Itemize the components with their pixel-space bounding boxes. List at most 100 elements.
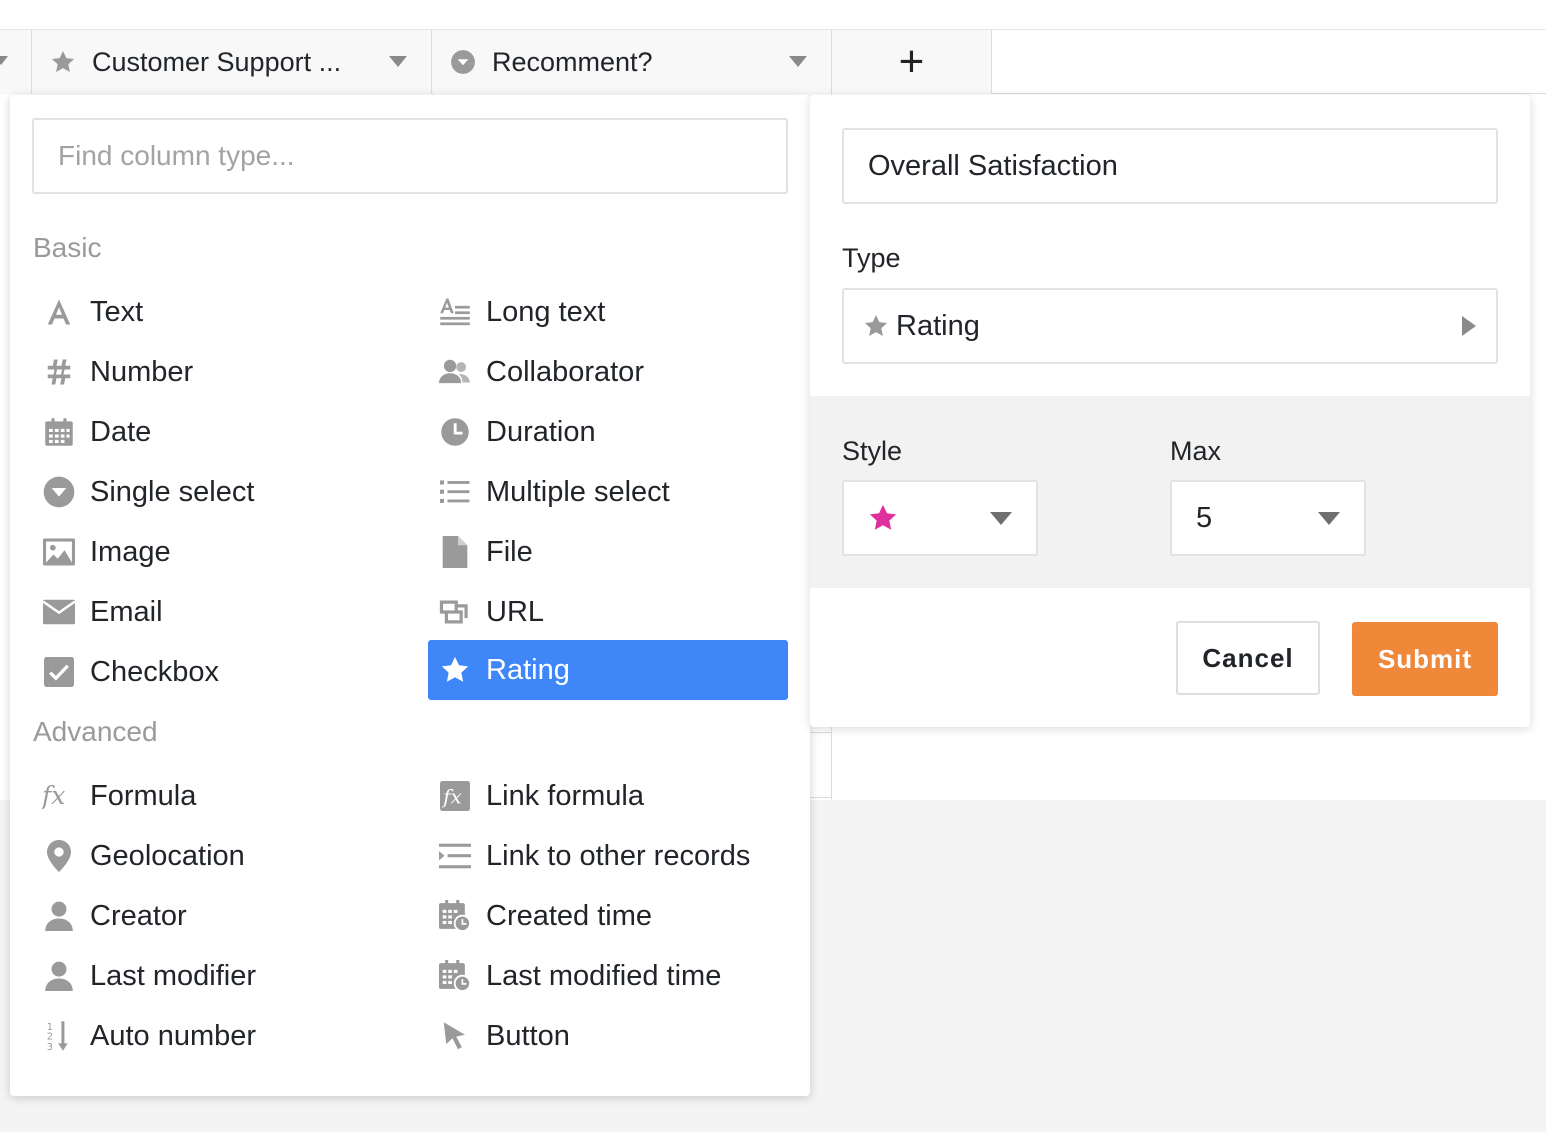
long-text-icon <box>438 295 472 329</box>
date-icon <box>42 415 76 449</box>
type-option-label: Collaborator <box>486 355 644 388</box>
column-type-menu: Basic Text Long text Number Collaborator… <box>10 95 810 1096</box>
type-option-label: Text <box>90 295 144 328</box>
type-option-label: Checkbox <box>90 655 219 688</box>
text-icon <box>42 295 76 329</box>
type-option-auto-number[interactable]: 123 Auto number <box>32 1006 392 1066</box>
chevron-down-icon[interactable] <box>789 56 807 67</box>
formula-icon: fx <box>42 779 76 813</box>
type-option-last-modified-time[interactable]: Last modified time <box>428 946 788 1006</box>
type-option-label: Geolocation <box>90 839 245 872</box>
previous-column-header[interactable] <box>0 30 32 94</box>
type-option-label: Link formula <box>486 779 644 812</box>
type-label: Type <box>842 243 901 273</box>
column-header-label: Recomment? <box>492 46 653 77</box>
section-label-advanced: Advanced <box>33 716 158 747</box>
type-option-single-select[interactable]: Single select <box>32 462 392 522</box>
type-option-image[interactable]: Image <box>32 522 392 582</box>
max-select-value: 5 <box>1196 501 1213 534</box>
svg-text:fx: fx <box>42 781 65 810</box>
image-icon <box>42 535 76 569</box>
type-option-label: Link to other records <box>486 839 751 872</box>
link-formula-icon: fx <box>438 779 472 813</box>
add-column-button[interactable]: + <box>832 30 992 94</box>
type-option-label: Single select <box>90 475 255 508</box>
type-option-created-time[interactable]: Created time <box>428 886 788 946</box>
find-column-type-input[interactable] <box>32 118 788 194</box>
last-modifier-icon <box>42 959 76 993</box>
type-option-duration[interactable]: Duration <box>428 402 788 462</box>
type-option-label: URL <box>486 595 545 628</box>
column-header-recomment[interactable]: Recomment? <box>432 30 832 94</box>
column-header-row: Customer Support ... Recomment? + <box>0 30 1546 94</box>
type-option-button[interactable]: Button <box>428 1006 788 1066</box>
rating-options: Style Max 5 <box>810 396 1530 588</box>
type-option-text[interactable]: Text <box>32 282 392 342</box>
type-option-label: Rating <box>486 653 570 686</box>
style-select[interactable] <box>842 480 1038 556</box>
plus-icon: + <box>898 37 925 86</box>
max-label: Max <box>1170 436 1222 466</box>
type-option-geolocation[interactable]: Geolocation <box>32 826 392 886</box>
type-option-label: Formula <box>90 779 197 812</box>
checkbox-icon <box>42 655 76 689</box>
creator-icon <box>42 899 76 933</box>
star-icon <box>438 653 472 687</box>
type-option-label: Number <box>90 355 194 388</box>
type-option-label: Created time <box>486 899 653 932</box>
type-option-label: Email <box>90 595 163 628</box>
type-option-label: Last modifier <box>90 959 257 992</box>
star-icon <box>50 49 76 75</box>
submit-button[interactable]: Submit <box>1352 622 1498 696</box>
type-option-rating[interactable]: Rating <box>428 640 788 700</box>
column-header-label: Customer Support ... <box>92 46 342 77</box>
column-editor-panel: Type Rating Style Max 5 Cancel Submit <box>810 95 1530 727</box>
column-name-input[interactable] <box>842 128 1498 204</box>
type-option-last-modifier[interactable]: Last modifier <box>32 946 392 1006</box>
type-select[interactable]: Rating <box>842 288 1498 364</box>
cancel-button[interactable]: Cancel <box>1176 621 1320 695</box>
url-icon <box>438 595 472 629</box>
single-select-icon <box>450 49 476 75</box>
svg-text:fx: fx <box>441 785 462 809</box>
geolocation-icon <box>42 839 76 873</box>
type-option-collaborator[interactable]: Collaborator <box>428 342 788 402</box>
type-option-label: Image <box>90 535 171 568</box>
type-option-link-formula[interactable]: fx Link formula <box>428 766 788 826</box>
created-time-icon <box>438 899 472 933</box>
max-select[interactable]: 5 <box>1170 480 1366 556</box>
email-icon <box>42 595 76 629</box>
chevron-down-icon[interactable] <box>389 56 407 67</box>
type-select-value: Rating <box>896 309 980 342</box>
type-option-number[interactable]: Number <box>32 342 392 402</box>
svg-text:3: 3 <box>47 1042 53 1052</box>
file-icon <box>438 535 472 569</box>
type-option-multiple-select[interactable]: Multiple select <box>428 462 788 522</box>
type-option-checkbox[interactable]: Checkbox <box>32 642 392 702</box>
top-toolbar-strip <box>0 0 1546 30</box>
type-option-long-text[interactable]: Long text <box>428 282 788 342</box>
type-option-label: Creator <box>90 899 187 932</box>
chevron-down-icon <box>990 512 1012 525</box>
type-option-formula[interactable]: fx Formula <box>32 766 392 826</box>
type-option-label: Date <box>90 415 152 448</box>
type-option-label: Auto number <box>90 1019 257 1052</box>
button-cursor-icon <box>438 1019 472 1053</box>
column-header-customer-support[interactable]: Customer Support ... <box>32 30 432 94</box>
type-option-label: Long text <box>486 295 606 328</box>
type-option-date[interactable]: Date <box>32 402 392 462</box>
type-option-email[interactable]: Email <box>32 582 392 642</box>
type-option-file[interactable]: File <box>428 522 788 582</box>
type-option-creator[interactable]: Creator <box>32 886 392 946</box>
type-option-url[interactable]: URL <box>428 582 788 642</box>
auto-number-icon: 123 <box>42 1019 76 1053</box>
number-icon <box>42 355 76 389</box>
multiple-select-icon <box>438 475 472 509</box>
single-select-icon <box>42 475 76 509</box>
chevron-right-icon <box>1462 316 1476 336</box>
style-label: Style <box>842 436 903 466</box>
type-option-link-records[interactable]: Link to other records <box>428 826 788 886</box>
type-option-label: File <box>486 535 533 568</box>
type-option-label: Last modified time <box>486 959 722 992</box>
last-modified-time-icon <box>438 959 472 993</box>
